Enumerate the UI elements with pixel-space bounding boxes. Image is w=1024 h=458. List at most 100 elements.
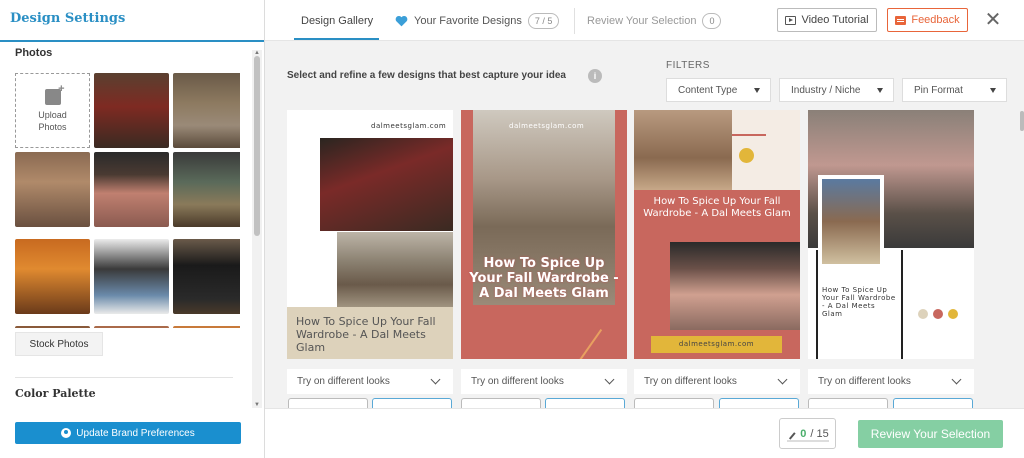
scroll-down-icon[interactable]: ▼ xyxy=(252,402,262,408)
content-type-filter[interactable]: Content Type xyxy=(666,78,771,102)
design-card[interactable]: dalmeetsglam.com How To Spice Up Your Fa… xyxy=(461,110,627,359)
chevron-down-icon xyxy=(951,374,962,385)
tab-review-selection[interactable]: Review Your Selection 0 xyxy=(587,0,722,41)
video-play-icon xyxy=(785,15,797,25)
app-root: Design Settings Photos Upload Photos xyxy=(0,0,1024,458)
photo-thumb[interactable] xyxy=(173,73,240,148)
card-caption: How To Spice Up Your Fall Wardrobe - A D… xyxy=(643,196,791,219)
bottom-bar: 0 / 15 Review Your Selection xyxy=(265,408,1024,458)
feedback-button-label: Feedback xyxy=(911,14,960,26)
card-caption: How To Spice Up Your Fall Wardrobe - A D… xyxy=(296,315,436,354)
scrollbar-thumb[interactable] xyxy=(254,56,260,236)
decorative-dot xyxy=(739,148,754,163)
tab-favorite-designs[interactable]: Your Favorite Designs 7 / 5 xyxy=(395,0,560,41)
gallery-scrollbar-thumb[interactable] xyxy=(1020,111,1024,131)
counter-progress-track xyxy=(787,440,829,442)
dropdown-label: Try on different looks xyxy=(644,376,737,387)
panel-title: Design Settings xyxy=(10,11,126,26)
caret-down-icon xyxy=(877,88,883,93)
photo-thumb[interactable] xyxy=(15,326,90,328)
card-photo xyxy=(337,232,453,307)
title-underline xyxy=(0,40,264,42)
design-card[interactable]: How To Spice Up Your Fall Wardrobe - A D… xyxy=(634,110,800,359)
photo-thumb[interactable] xyxy=(15,239,90,314)
card-caption: How To Spice Up Your Fall Wardrobe - A D… xyxy=(469,256,619,301)
filter-label: Content Type xyxy=(678,84,738,96)
tab-label: Your Favorite Designs xyxy=(414,14,522,27)
upload-label-line2: Photos xyxy=(38,121,67,132)
info-icon[interactable]: i xyxy=(588,69,602,83)
card-photo xyxy=(670,242,800,330)
close-icon[interactable]: ✕ xyxy=(983,8,1003,32)
decorative-line xyxy=(901,250,903,359)
design-settings-panel: Design Settings Photos Upload Photos xyxy=(0,0,265,458)
photo-thumb[interactable] xyxy=(94,239,169,314)
active-tab-indicator xyxy=(294,38,379,40)
try-looks-dropdown[interactable]: Try on different looks xyxy=(808,369,974,394)
divider xyxy=(574,8,575,34)
feedback-button[interactable]: Feedback xyxy=(887,8,968,32)
photo-thumb[interactable] xyxy=(94,73,169,148)
caret-down-icon xyxy=(754,88,760,93)
dropdown-label: Try on different looks xyxy=(818,376,911,387)
photo-thumb[interactable] xyxy=(15,152,90,227)
decorative-line xyxy=(732,134,766,136)
selection-counter: 0 / 15 xyxy=(779,418,836,449)
filter-label: Industry / Niche xyxy=(791,84,861,96)
top-bar: Design Gallery Your Favorite Designs 7 /… xyxy=(265,0,1024,41)
filter-label: Pin Format xyxy=(914,84,963,96)
card-photo xyxy=(634,110,732,190)
user-icon xyxy=(61,428,72,438)
try-looks-dropdown[interactable]: Try on different looks xyxy=(287,369,453,394)
tab-label: Design Gallery xyxy=(301,14,374,27)
card-site-label: dalmeetsglam.com xyxy=(509,122,585,130)
divider xyxy=(15,377,233,378)
dropdown-label: Try on different looks xyxy=(297,376,390,387)
dropdown-label: Try on different looks xyxy=(471,376,564,387)
counter-total: / 15 xyxy=(810,427,829,440)
chevron-down-icon xyxy=(777,374,788,385)
update-button-label: Update Brand Preferences xyxy=(76,427,195,439)
chat-icon xyxy=(895,15,907,25)
heart-icon xyxy=(395,15,408,26)
card-inset-frame xyxy=(818,175,884,268)
photo-thumb[interactable] xyxy=(173,326,240,328)
favorites-count-badge: 7 / 5 xyxy=(527,12,560,29)
counter-value: 0 xyxy=(800,427,807,440)
instruction-text: Select and refine a few designs that bes… xyxy=(287,70,566,81)
panel-scrollbar[interactable]: ▲ ▼ xyxy=(252,50,262,408)
photo-grid: Upload Photos xyxy=(15,73,240,328)
photo-thumb[interactable] xyxy=(94,326,169,328)
design-gallery-area: Select and refine a few designs that bes… xyxy=(265,41,1024,410)
color-palette-heading: Color Palette xyxy=(15,387,96,400)
tab-label: Review Your Selection xyxy=(587,14,697,27)
decorative-line xyxy=(571,328,603,359)
color-dot xyxy=(918,309,928,319)
try-looks-dropdown[interactable]: Try on different looks xyxy=(461,369,627,394)
card-photo xyxy=(320,138,453,231)
tab-design-gallery[interactable]: Design Gallery xyxy=(301,0,373,41)
video-button-label: Video Tutorial xyxy=(801,14,869,26)
card-site-label: dalmeetsglam.com xyxy=(678,340,755,348)
design-card[interactable]: How To Spice Up Your Fall Wardrobe - A D… xyxy=(808,110,974,359)
filters-heading: FILTERS xyxy=(666,60,710,71)
video-tutorial-button[interactable]: Video Tutorial xyxy=(777,8,877,32)
update-brand-preferences-button[interactable]: Update Brand Preferences xyxy=(15,422,241,444)
caret-down-icon xyxy=(990,88,996,93)
photo-thumb[interactable] xyxy=(173,152,240,227)
pencil-icon xyxy=(784,427,796,440)
decorative-line xyxy=(816,250,818,359)
upload-photos-button[interactable]: Upload Photos xyxy=(15,73,90,148)
try-looks-dropdown[interactable]: Try on different looks xyxy=(634,369,800,394)
stock-photos-tab[interactable]: Stock Photos xyxy=(15,332,103,356)
photo-thumb[interactable] xyxy=(173,239,240,314)
review-selection-button[interactable]: Review Your Selection xyxy=(858,420,1003,448)
pin-format-filter[interactable]: Pin Format xyxy=(902,78,1007,102)
photo-thumb[interactable] xyxy=(94,152,169,227)
chevron-down-icon xyxy=(430,374,441,385)
industry-niche-filter[interactable]: Industry / Niche xyxy=(779,78,894,102)
design-card[interactable]: dalmeetsglam.com How To Spice Up Your Fa… xyxy=(287,110,453,359)
upload-label-line1: Upload xyxy=(38,109,67,120)
image-add-icon xyxy=(44,83,65,105)
chevron-down-icon xyxy=(604,374,615,385)
